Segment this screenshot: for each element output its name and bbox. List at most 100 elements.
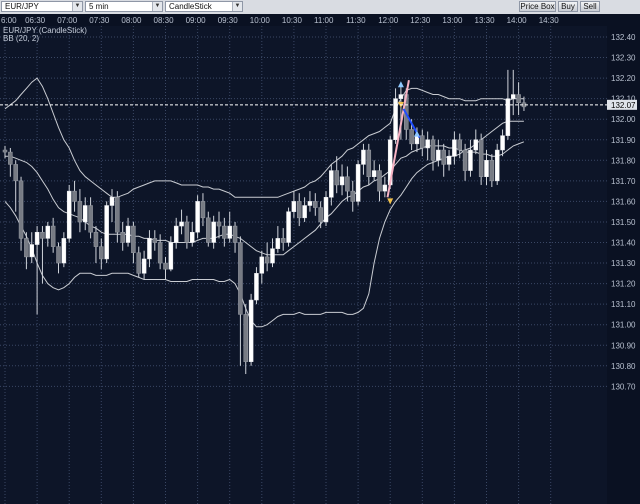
candle-body [452, 139, 457, 157]
candle-body [302, 205, 307, 219]
candle-body [511, 94, 516, 99]
candle-body [232, 225, 238, 243]
x-tick-label: 08:30 [154, 16, 175, 25]
candle-body [329, 170, 334, 198]
candle-body [141, 258, 147, 274]
x-tick-label: 06:30 [25, 16, 46, 25]
candle-body [45, 225, 51, 239]
candle-body [238, 242, 243, 315]
candle-body [500, 135, 505, 151]
x-tick-label: 6:00 [1, 16, 17, 25]
candle-body [147, 238, 152, 260]
y-tick-label: 131.00 [611, 321, 636, 330]
candle-body [441, 149, 446, 165]
plot-area [0, 26, 607, 504]
candle-body [83, 205, 88, 223]
candle-body [436, 149, 441, 161]
candle-body [286, 211, 291, 243]
candle-body [184, 221, 190, 243]
candle-body [206, 217, 211, 243]
y-tick-label: 131.80 [611, 156, 636, 165]
y-tick-label: 132.20 [611, 74, 636, 83]
candle-body [318, 207, 323, 223]
x-tick-label: 09:30 [218, 16, 239, 25]
candle-body [382, 184, 388, 192]
candle-body [291, 201, 297, 212]
candlestick-chart: 132.40132.30132.20132.10132.00131.90131.… [0, 14, 640, 504]
candle-body [168, 242, 174, 270]
y-tick-label: 131.30 [611, 259, 636, 268]
candle-body [125, 225, 131, 243]
candle-body [18, 180, 24, 239]
candle-body [484, 160, 489, 177]
candle-body [40, 231, 45, 239]
candle-body [190, 231, 195, 243]
candle-body [366, 149, 372, 177]
candle-body [34, 231, 40, 245]
candle-body [478, 139, 484, 177]
y-tick-label: 132.40 [611, 33, 636, 42]
x-tick-label: 07:00 [57, 16, 78, 25]
x-tick-label: 12:30 [410, 16, 431, 25]
x-tick-label: 07:30 [89, 16, 110, 25]
candle-body [398, 94, 404, 99]
x-tick-label: 11:30 [346, 16, 366, 25]
y-tick-label: 131.90 [611, 136, 636, 145]
candle-body [270, 248, 275, 264]
x-tick-label: 09:00 [186, 16, 207, 25]
candle-body [173, 225, 179, 243]
candle-body [280, 238, 286, 243]
y-tick-label: 130.80 [611, 362, 636, 371]
candle-body [8, 151, 13, 165]
current-price-label: 132.07 [611, 101, 636, 110]
y-tick-label: 131.10 [611, 300, 636, 309]
candle-body [13, 164, 18, 182]
candle-body [355, 164, 361, 202]
candle-body [409, 129, 414, 145]
x-tick-label: 10:30 [282, 16, 303, 25]
candle-body [505, 98, 511, 136]
candle-body [350, 190, 355, 202]
y-tick-label: 131.60 [611, 197, 636, 206]
x-tick-label: 10:00 [250, 16, 271, 25]
y-tick-label: 131.20 [611, 280, 636, 289]
candle-body [425, 139, 430, 149]
x-tick-label: 12:00 [378, 16, 399, 25]
candle-body [264, 256, 270, 264]
candle-body [93, 231, 99, 247]
candle-body [195, 201, 200, 233]
x-tick-label: 14:00 [507, 16, 528, 25]
candle-body [131, 225, 136, 254]
x-tick-label: 13:30 [475, 16, 496, 25]
candle-body [468, 149, 473, 171]
candle-body [457, 139, 462, 151]
candle-body [24, 238, 29, 258]
candle-body [371, 170, 377, 177]
candle-body [275, 238, 281, 249]
candle-body [72, 190, 77, 202]
candle-body [104, 205, 109, 260]
candle-body [420, 135, 425, 149]
candle-body [473, 139, 479, 151]
trading-chart-window: EUR/JPY ▼ 5 min ▼ CandleStick ▼ Price Bo… [0, 0, 640, 504]
candle-body [243, 314, 248, 362]
candle-body [152, 238, 158, 243]
y-tick-label: 132.00 [611, 115, 636, 124]
candle-body [516, 94, 521, 104]
candle-body [254, 273, 259, 301]
y-tick-label: 130.90 [611, 341, 636, 350]
candle-body [377, 170, 382, 192]
candle-body [115, 197, 120, 233]
candle-body [216, 221, 222, 227]
candle-body [339, 176, 345, 186]
candle-body [29, 244, 34, 258]
candle-body [211, 221, 216, 243]
candle-body [157, 242, 163, 264]
candle-body [313, 201, 318, 208]
candle-body [259, 256, 265, 274]
candle-body [136, 252, 141, 274]
y-tick-label: 131.40 [611, 239, 636, 248]
x-tick-label: 11:00 [314, 16, 334, 25]
candle-body [248, 299, 254, 362]
candle-body [307, 201, 313, 206]
